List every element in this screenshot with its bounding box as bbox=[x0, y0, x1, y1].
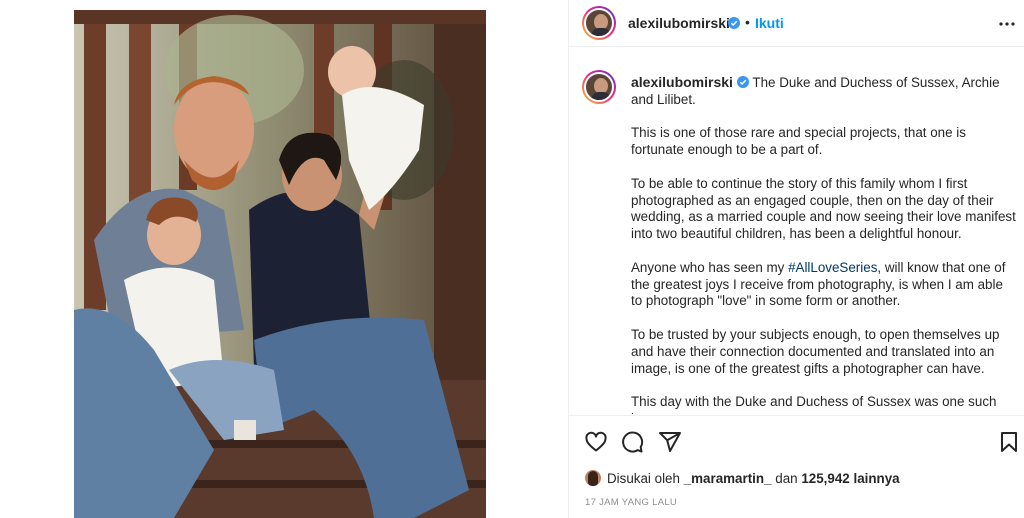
separator-dot: • bbox=[745, 14, 750, 30]
caption-paragraph: This is one of those rare and special pr… bbox=[631, 125, 966, 158]
caption-author-username[interactable]: alexilubomirski bbox=[631, 74, 733, 90]
caption-area: alexilubomirski The Duke and Duchess of … bbox=[569, 48, 1024, 414]
caption-text-fragment: Anyone who has seen my bbox=[631, 259, 789, 275]
action-bar bbox=[569, 415, 1024, 465]
share-icon[interactable] bbox=[658, 430, 682, 454]
author-avatar[interactable] bbox=[582, 6, 616, 40]
caption-paragraph: To be able to continue the story of this… bbox=[631, 175, 1016, 242]
comment-icon[interactable] bbox=[620, 430, 644, 454]
family-photo-image bbox=[74, 10, 486, 518]
post-timestamp[interactable]: 17 jam yang lalu bbox=[585, 497, 677, 508]
post-header: alexilubomirski • Ikuti bbox=[569, 0, 1024, 47]
likes-suffix[interactable]: lainnya bbox=[853, 471, 899, 486]
caption-text: alexilubomirski The Duke and Duchess of … bbox=[631, 74, 1017, 414]
liker-username[interactable]: _maramartin_ bbox=[684, 471, 772, 486]
instagram-post-view: alexilubomirski • Ikuti alexilubomirski … bbox=[0, 0, 1024, 518]
author-username[interactable]: alexilubomirski bbox=[628, 15, 730, 31]
verified-badge-icon bbox=[728, 17, 740, 29]
hashtag-link[interactable]: #AllLoveSeries bbox=[788, 260, 877, 275]
caption-paragraph: This day with the Duke and Duchess of Su… bbox=[631, 394, 997, 414]
more-horizontal-icon[interactable] bbox=[997, 14, 1017, 34]
likes-prefix: Disukai oleh bbox=[607, 470, 680, 486]
likes-summary: Disukai oleh _maramartin_ dan 125,942 la… bbox=[585, 467, 900, 489]
media-pane bbox=[0, 0, 568, 518]
verified-badge-icon bbox=[736, 76, 749, 88]
caption-lead: alexilubomirski The Duke and Duchess of … bbox=[631, 74, 1017, 109]
heart-icon[interactable] bbox=[584, 430, 608, 454]
post-side-panel: alexilubomirski • Ikuti alexilubomirski … bbox=[568, 0, 1024, 518]
follow-button[interactable]: Ikuti bbox=[755, 15, 784, 31]
bookmark-icon[interactable] bbox=[997, 430, 1021, 454]
caption-author-avatar[interactable] bbox=[582, 70, 616, 104]
likes-count[interactable]: 125,942 bbox=[801, 471, 849, 486]
caption-paragraph: Anyone who has seen my #AllLoveSeries, w… bbox=[631, 260, 1017, 310]
post-photo[interactable] bbox=[74, 10, 486, 518]
likes-middle: dan bbox=[775, 470, 798, 486]
caption-paragraph: To be trusted by your subjects enough, t… bbox=[631, 326, 1000, 376]
liker-avatar[interactable] bbox=[585, 470, 601, 486]
